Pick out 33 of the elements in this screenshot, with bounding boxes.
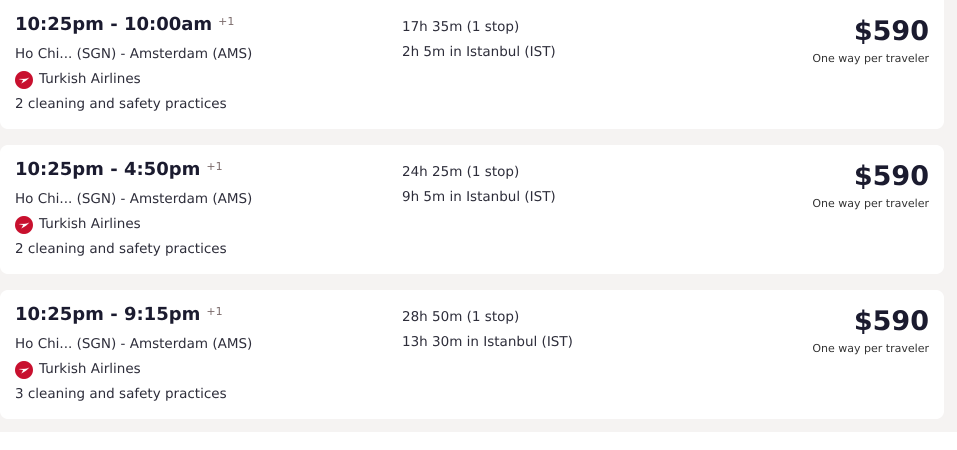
safety-practices: 2 cleaning and safety practices xyxy=(15,95,228,114)
layover-text: 2h 5m in Istanbul (IST) xyxy=(402,43,557,62)
price-note: One way per traveler xyxy=(812,52,929,65)
flight-duration: 24h 25m (1 stop) xyxy=(402,163,520,182)
flight-times: 10:25pm - 9:15pm xyxy=(15,304,200,325)
flight-times: 10:25pm - 4:50pm xyxy=(15,159,200,180)
price-note: One way per traveler xyxy=(812,342,929,355)
layover-text: 9h 5m in Istanbul (IST) xyxy=(402,188,557,207)
layover-text: 13h 30m in Istanbul (IST) xyxy=(402,333,574,352)
flight-card[interactable]: 10:25pm - 4:50pm +1 Ho Chi... (SGN) - Amsterdam (AMS) Turkish Airlines 2 cleaning and safety practices 24h 25m (1 stop) 9h 5m in Istanbul (IST) $590 One way per traveler xyxy=(0,145,944,274)
airline-logo-icon xyxy=(15,360,33,378)
flight-duration: 28h 50m (1 stop) xyxy=(402,308,520,327)
airline-name: Turkish Airlines xyxy=(39,360,141,379)
flight-card[interactable]: 10:25pm - 9:15pm +1 Ho Chi... (SGN) - Amsterdam (AMS) Turkish Airlines 3 cleaning and safety practices 28h 50m (1 stop) 13h 30m in Istanbul (IST) $590 One way per traveler xyxy=(0,290,944,419)
route-text: Ho Chi... (SGN) - Amsterdam (AMS) xyxy=(15,190,254,209)
price: $590 xyxy=(854,305,929,339)
airline-name: Turkish Airlines xyxy=(39,215,141,234)
flight-card[interactable]: 10:25pm - 10:00am +1 Ho Chi... (SGN) - Amsterdam (AMS) Turkish Airlines 2 cleaning and safety practices 17h 35m (1 stop) 2h 5m in Istanbul (IST) $590 One way per traveler xyxy=(0,0,944,129)
route-text: Ho Chi... (SGN) - Amsterdam (AMS) xyxy=(15,45,254,64)
flight-times: 10:25pm - 10:00am xyxy=(15,14,212,35)
day-offset: +1 xyxy=(206,305,223,318)
airline-logo-icon xyxy=(15,216,33,234)
price-note: One way per traveler xyxy=(812,197,929,210)
route-text: Ho Chi... (SGN) - Amsterdam (AMS) xyxy=(15,335,254,354)
airline-name: Turkish Airlines xyxy=(39,70,141,89)
price: $590 xyxy=(854,160,929,194)
day-offset: +1 xyxy=(218,15,234,28)
airline-logo-icon xyxy=(15,70,33,88)
safety-practices: 2 cleaning and safety practices xyxy=(15,240,228,259)
day-offset: +1 xyxy=(206,160,223,173)
price: $590 xyxy=(854,15,929,49)
safety-practices: 3 cleaning and safety practices xyxy=(15,385,228,404)
flight-duration: 17h 35m (1 stop) xyxy=(402,18,520,37)
